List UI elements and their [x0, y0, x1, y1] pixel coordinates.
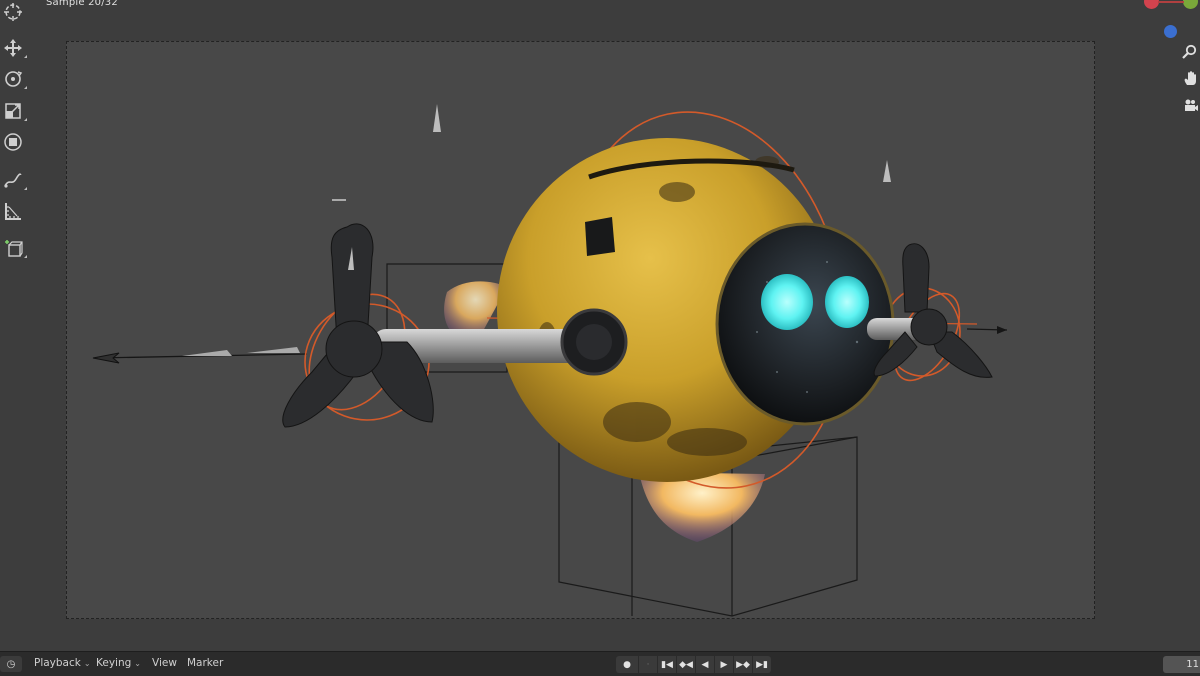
add-cube-tool[interactable] [1, 236, 27, 260]
rotate-tool[interactable] [1, 67, 27, 91]
play-button[interactable]: ▶ [715, 656, 733, 673]
scale-icon [5, 103, 21, 119]
jump-end-icon: ▶▮ [756, 659, 768, 670]
camera-view-button[interactable] [1180, 96, 1200, 116]
cursor-tool[interactable] [1, 0, 25, 24]
play-reverse-button[interactable]: ◀ [696, 656, 714, 673]
editor-type-button[interactable]: ◷ [0, 656, 22, 672]
cursor-icon [4, 3, 22, 21]
playback-menu[interactable]: Playback ⌄ [34, 657, 91, 669]
tool-options-marker [24, 86, 27, 89]
rotate-icon [5, 71, 23, 87]
tool-options-marker [24, 255, 27, 258]
chevron-down-icon: ⌄ [83, 659, 91, 668]
record-icon: ● [623, 659, 631, 670]
hand-icon [1184, 71, 1196, 85]
jump-end-button[interactable]: ▶▮ [753, 656, 771, 673]
scale-tool[interactable] [1, 99, 27, 123]
view-menu-label: View [152, 657, 177, 669]
jump-start-button[interactable]: ▮◀ [658, 656, 676, 673]
jump-start-icon: ▮◀ [661, 659, 673, 670]
gizmo-y-axis[interactable] [1183, 0, 1198, 9]
transform-icon [4, 133, 22, 151]
prev-keyframe-icon: ◆◀ [679, 659, 693, 670]
render-sample-counter: Sample 20/32 [46, 0, 118, 8]
play-reverse-icon: ◀ [701, 659, 709, 670]
play-icon: ▶ [720, 659, 728, 670]
zoom-icon [1182, 44, 1197, 59]
measure-tool[interactable] [1, 199, 25, 223]
move-tool[interactable] [1, 36, 27, 60]
annotate-icon [4, 173, 22, 188]
add-cube-icon [5, 240, 23, 257]
tool-options-marker [24, 118, 27, 121]
marker-menu[interactable]: Marker [187, 657, 223, 669]
keying-menu[interactable]: Keying ⌄ [96, 657, 141, 669]
current-frame-field[interactable]: 11 [1163, 656, 1200, 673]
record-button[interactable]: ● [616, 656, 638, 673]
clock-icon: ◷ [6, 658, 16, 670]
transform-tool[interactable] [1, 130, 25, 154]
move-icon [4, 39, 22, 57]
gizmo-z-axis[interactable] [1164, 25, 1177, 38]
pan-view-button[interactable] [1180, 68, 1200, 88]
tool-options-marker [24, 55, 27, 58]
render-scene [92, 104, 1008, 617]
next-keyframe-icon: ▶◆ [736, 659, 750, 670]
measure-icon [5, 203, 21, 220]
camera-icon [1185, 99, 1198, 111]
marker-menu-label: Marker [187, 657, 224, 669]
annotate-tool[interactable] [1, 168, 27, 192]
3d-viewport[interactable] [66, 41, 1095, 619]
playback-menu-label: Playback [34, 657, 81, 669]
dot-icon: · [646, 659, 650, 670]
timeline-header: ◷ Playback ⌄ Keying ⌄ View Marker ● · ▮◀ ◆… [0, 651, 1200, 676]
next-keyframe-button[interactable]: ▶◆ [734, 656, 752, 673]
gizmo-axis-line [1158, 1, 1184, 3]
tool-shelf [0, 0, 30, 270]
tool-options-marker [24, 187, 27, 190]
gizmo-x-axis[interactable] [1144, 0, 1159, 9]
prev-keyframe-button[interactable]: ◆◀ [677, 656, 695, 673]
playback-controls: ● · ▮◀ ◆◀ ◀ ▶ ▶◆ ▶▮ [616, 656, 771, 673]
view-menu[interactable]: View [152, 657, 177, 669]
zoom-view-button[interactable] [1180, 42, 1200, 62]
chevron-down-icon: ⌄ [134, 659, 141, 668]
keying-menu-label: Keying [96, 657, 132, 669]
auto-key-options-button[interactable]: · [639, 656, 657, 673]
